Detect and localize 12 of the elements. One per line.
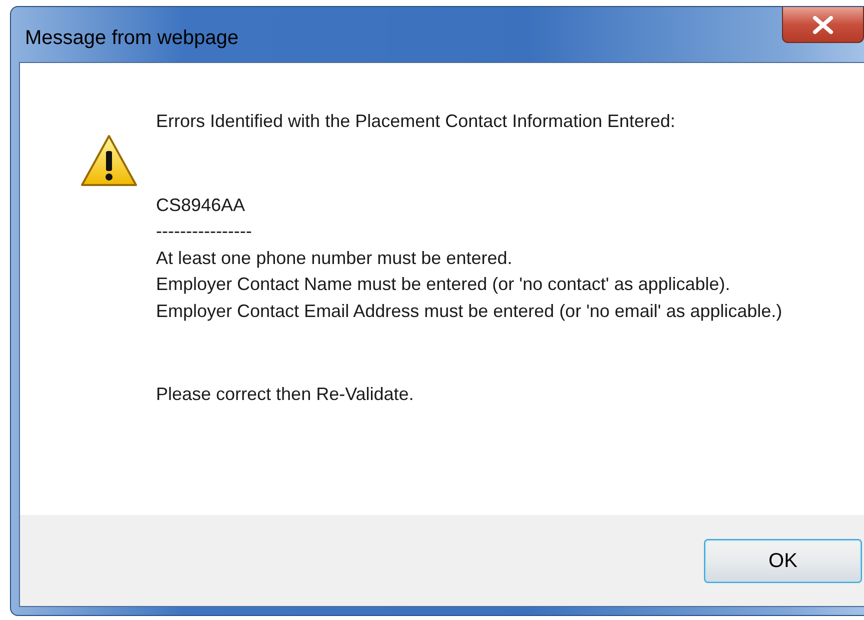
close-icon (812, 16, 834, 34)
message-line: CS8946AA (156, 194, 246, 216)
message-line: At least one phone number must be entered. (156, 246, 514, 270)
message-heading: Errors Identified with the Placement Contact Information Entered: (156, 110, 676, 133)
close-button[interactable] (782, 7, 864, 43)
message-line: ---------------- (156, 220, 253, 243)
warning-icon (80, 134, 138, 188)
message-line: Employer Contact Name must be entered (or 'no contact' as applicable). (156, 273, 732, 296)
message-footer: Please correct then Re-Validate. (156, 381, 816, 408)
window-title: Message from webpage (24, 26, 238, 50)
message-line: Employer Contact Email Address must be entered (or 'no email' as applicable.) (156, 300, 784, 323)
ok-button[interactable]: OK (704, 538, 862, 582)
